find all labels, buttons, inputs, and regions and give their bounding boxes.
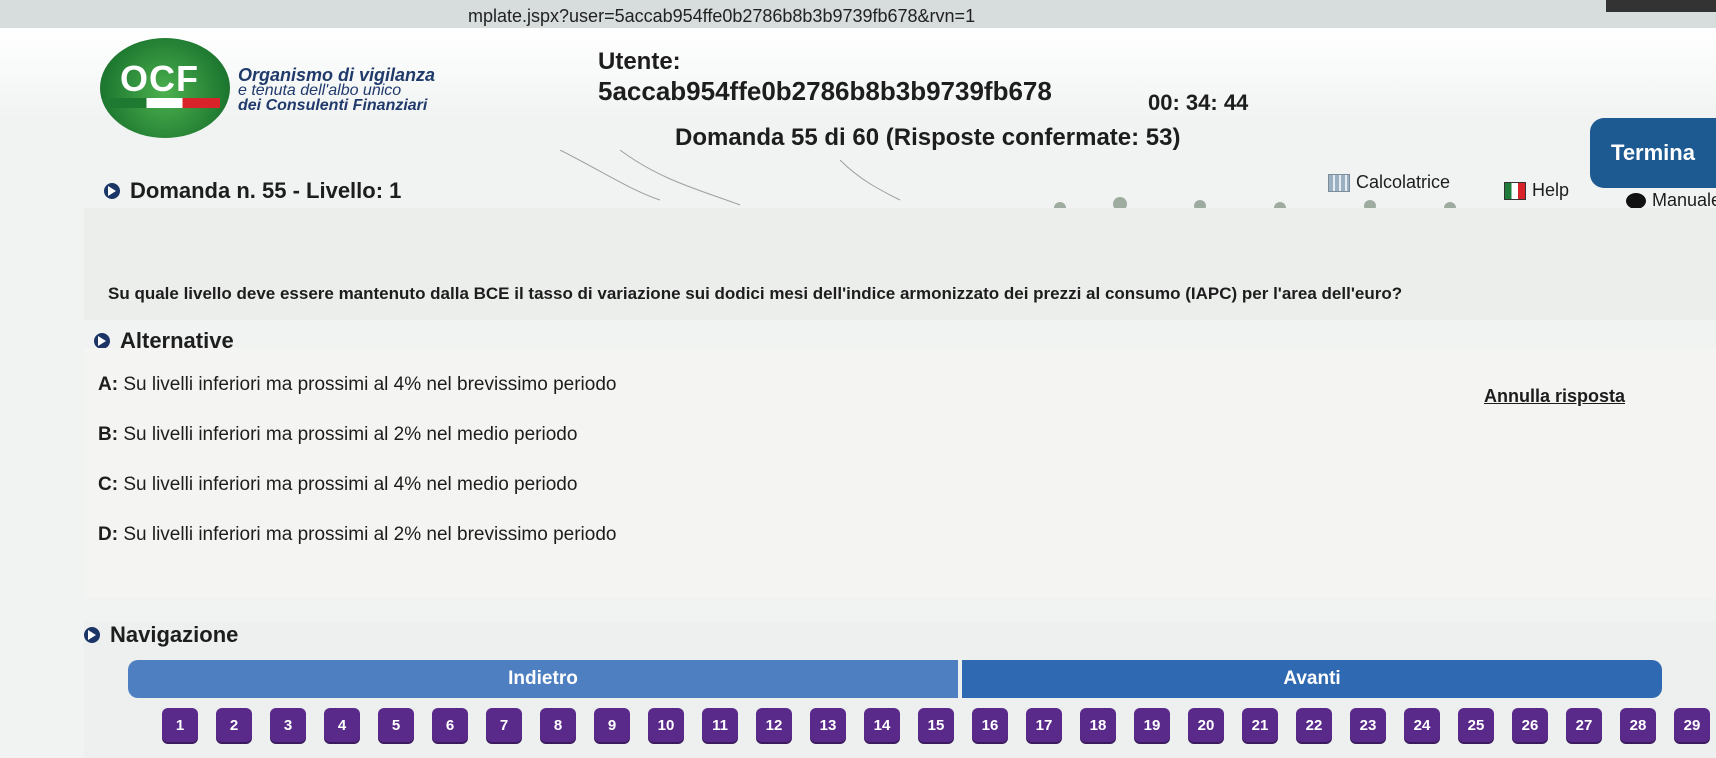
answer-letter: D: — [98, 524, 119, 545]
question-number-button[interactable]: 5 — [378, 708, 414, 742]
answer-letter: B: — [98, 424, 119, 445]
question-number-button[interactable]: 20 — [1188, 708, 1224, 742]
question-text: Su quale livello deve essere mantenuto d… — [108, 284, 1403, 303]
manual-icon — [1626, 192, 1646, 209]
answer-letter: A: — [98, 374, 119, 395]
question-progress: Domanda 55 di 60 (Risposte confermate: 5… — [675, 124, 1181, 151]
question-number-button[interactable]: 6 — [432, 708, 468, 742]
exam-page: mplate.jspx?user=5accab954ffe0b2786b8b3b… — [0, 0, 1716, 758]
question-number-button[interactable]: 2 — [216, 708, 252, 742]
question-number-button[interactable]: 28 — [1620, 708, 1656, 742]
answer-option-c[interactable]: C: Su livelli inferiori ma prossimi al 4… — [98, 474, 577, 496]
cancel-answer-link[interactable]: Annulla risposta — [1484, 386, 1625, 407]
answer-text: Su livelli inferiori ma prossimi al 4% n… — [123, 474, 578, 495]
question-number-button[interactable]: 24 — [1404, 708, 1440, 742]
question-number-button[interactable]: 19 — [1134, 708, 1170, 742]
help-tool[interactable]: Help — [1504, 180, 1569, 201]
exam-timer: 00: 34: 44 — [1148, 90, 1249, 115]
navigation-heading: Navigazione — [84, 622, 238, 648]
question-number-button[interactable]: 17 — [1026, 708, 1062, 742]
question-number-button[interactable]: 13 — [810, 708, 846, 742]
question-number-button[interactable]: 12 — [756, 708, 792, 742]
question-number-button[interactable]: 26 — [1512, 708, 1548, 742]
answer-text: Su livelli inferiori ma prossimi al 4% n… — [123, 374, 617, 395]
question-number-button[interactable]: 25 — [1458, 708, 1494, 742]
navigation-heading-text: Navigazione — [110, 622, 239, 647]
answer-letter: C: — [98, 474, 119, 495]
question-heading-text: Domanda n. 55 - Livello: 1 — [130, 178, 402, 203]
question-number-button[interactable]: 3 — [270, 708, 306, 742]
user-label: Utente: — [598, 48, 681, 75]
logo-text: OCF — [120, 58, 199, 99]
question-number-list: 1 2 3 4 5 6 7 8 9 10 11 12 13 14 15 16 17 18 19 20 21 22 23 24 2… — [162, 708, 1716, 744]
decorative-curves — [559, 150, 901, 206]
answer-option-b[interactable]: B: Su livelli inferiori ma prossimi al 2… — [98, 424, 577, 446]
play-bullet-icon — [104, 183, 120, 199]
answer-text: Su livelli inferiori ma prossimi al 2% n… — [123, 524, 617, 545]
question-number-button[interactable]: 7 — [486, 708, 522, 742]
terminate-button[interactable]: Termina — [1590, 118, 1716, 188]
question-number-button[interactable]: 29 — [1674, 708, 1710, 742]
calculator-label: Calcolatrice — [1356, 172, 1451, 192]
question-number-button[interactable]: 1 — [162, 708, 198, 742]
address-bar[interactable]: mplate.jspx?user=5accab954ffe0b2786b8b3b… — [0, 0, 1716, 29]
question-number-button[interactable]: 10 — [648, 708, 684, 742]
help-flag-icon — [1504, 181, 1526, 200]
calculator-tool[interactable]: Calcolatrice — [1328, 172, 1450, 193]
question-number-button[interactable]: 21 — [1242, 708, 1278, 742]
play-bullet-icon — [94, 333, 110, 349]
url-text[interactable]: mplate.jspx?user=5accab954ffe0b2786b8b3b… — [468, 6, 975, 27]
play-bullet-icon — [84, 627, 100, 643]
help-label: Help — [1532, 180, 1570, 200]
question-number-button[interactable]: 4 — [324, 708, 360, 742]
question-number-button[interactable]: 14 — [864, 708, 900, 742]
question-number-button[interactable]: 16 — [972, 708, 1008, 742]
user-id: 5accab954ffe0b2786b8b3b9739fb678 — [598, 76, 1052, 106]
org-line-2: e tenuta dell'albo unico — [238, 82, 402, 99]
question-number-button[interactable]: 8 — [540, 708, 576, 742]
ocf-logo: OCF — [100, 38, 230, 138]
answer-option-d[interactable]: D: Su livelli inferiori ma prossimi al 2… — [98, 524, 616, 546]
answer-text: Su livelli inferiori ma prossimi al 2% n… — [123, 424, 578, 445]
question-number-button[interactable]: 27 — [1566, 708, 1602, 742]
question-number-button[interactable]: 9 — [594, 708, 630, 742]
organization-name: Organismo di vigilanza e tenuta dell'alb… — [238, 65, 436, 114]
question-heading: Domanda n. 55 - Livello: 1 — [104, 178, 401, 204]
back-button[interactable]: Indietro — [128, 660, 958, 698]
question-number-button[interactable]: 22 — [1296, 708, 1332, 742]
next-button[interactable]: Avanti — [962, 660, 1662, 698]
answer-option-a[interactable]: A: Su livelli inferiori ma prossimi al 4… — [98, 374, 616, 396]
question-number-button[interactable]: 11 — [702, 708, 738, 742]
window-corner — [1606, 0, 1716, 12]
question-number-button[interactable]: 23 — [1350, 708, 1386, 742]
question-number-button[interactable]: 18 — [1080, 708, 1116, 742]
org-line-3: dei Consulenti Finanziari — [238, 97, 428, 114]
logo-flag-stripe — [110, 98, 220, 108]
calculator-icon — [1328, 173, 1350, 192]
question-number-button[interactable]: 15 — [918, 708, 954, 742]
org-line-1: Organismo di vigilanza — [238, 65, 436, 85]
